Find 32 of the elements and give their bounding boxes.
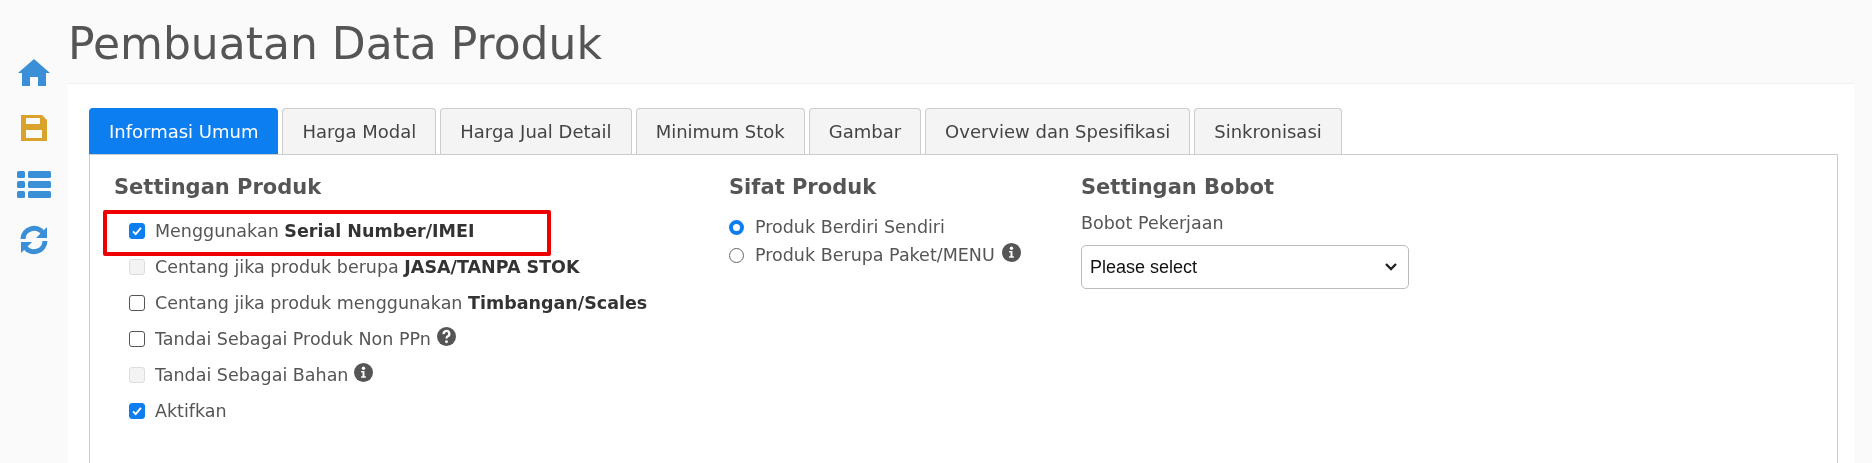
page-title: Pembuatan Data Produk xyxy=(68,18,603,69)
radio-button[interactable] xyxy=(729,219,744,235)
checkbox[interactable] xyxy=(129,295,145,311)
section-heading: Settingan Bobot xyxy=(1081,175,1275,199)
select-field[interactable]: Please select xyxy=(1081,245,1409,289)
field-label: Bobot Pekerjaan xyxy=(1081,213,1225,233)
tab[interactable]: Harga Modal xyxy=(282,108,437,154)
home-icon[interactable] xyxy=(16,56,52,88)
checkbox-label: Menggunakan Serial Number/IMEI xyxy=(155,221,475,241)
checkbox-label: Aktifkan xyxy=(155,401,227,421)
checkbox[interactable] xyxy=(129,223,145,239)
tab[interactable]: Minimum Stok xyxy=(635,108,805,154)
checkbox-label: Centang jika produk menggunakan Timbangan/Scales xyxy=(155,293,648,313)
list-icon[interactable] xyxy=(16,168,52,200)
tab[interactable]: Informasi Umum xyxy=(89,108,279,154)
tab[interactable]: Overview dan Spesifikasi xyxy=(925,108,1191,154)
checkbox[interactable] xyxy=(129,403,145,419)
info-icon[interactable] xyxy=(354,362,374,382)
radio-label: Produk Berdiri Sendiri xyxy=(755,217,945,237)
tab[interactable]: Harga Jual Detail xyxy=(440,108,632,154)
section-heading: Settingan Produk xyxy=(114,175,323,199)
tab[interactable]: Gambar xyxy=(808,108,922,154)
checkbox-label: Centang jika produk berupa JASA/TANPA STOK xyxy=(155,257,580,277)
chevron-down-icon xyxy=(1384,262,1398,272)
checkbox[interactable] xyxy=(129,331,145,347)
help-icon[interactable] xyxy=(436,326,456,346)
section-heading: Sifat Produk xyxy=(729,175,878,199)
info-icon[interactable] xyxy=(1001,242,1021,262)
checkbox-label: Tandai Sebagai Bahan xyxy=(155,365,349,385)
checkbox-label: Tandai Sebagai Produk Non PPn xyxy=(155,329,431,349)
radio-label: Produk Berupa Paket/MENU xyxy=(755,245,995,265)
tab[interactable]: Sinkronisasi xyxy=(1194,108,1342,154)
